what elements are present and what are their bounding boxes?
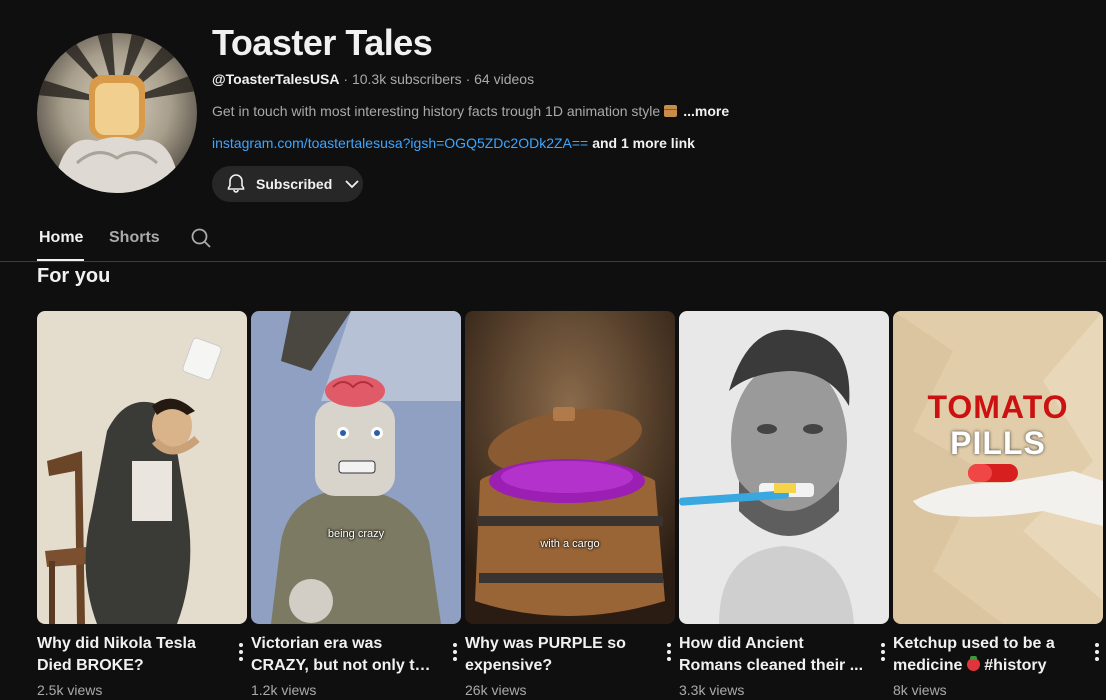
victorian-thumbnail-image [251, 311, 461, 624]
video-title[interactable]: Why did Nikola Tesla Died BROKE? [37, 633, 223, 677]
more-vert-icon[interactable] [657, 640, 681, 664]
video-title-line1: Ketchup used to be a [893, 635, 1055, 652]
video-count: 64 videos [474, 71, 535, 87]
channel-handle[interactable]: @ToasterTalesUSA [212, 71, 340, 87]
tesla-thumbnail-image [37, 311, 247, 624]
more-links-button[interactable]: and 1 more link [592, 135, 695, 151]
video-views: 26k views [465, 682, 527, 698]
video-title-line1: How did Ancient [679, 635, 804, 652]
channel-tabs: Home Shorts [0, 220, 1106, 262]
more-vert-icon[interactable] [871, 640, 895, 664]
channel-links: instagram.com/toastertalesusa?igsh=OGQ5Z… [212, 135, 695, 151]
channel-meta: @ToasterTalesUSA · 10.3k subscribers · 6… [212, 71, 534, 87]
video-views: 2.5k views [37, 682, 103, 698]
video-thumbnail[interactable]: with a cargo [465, 311, 675, 624]
meta-separator: · [461, 71, 475, 87]
video-views: 1.2k views [251, 682, 317, 698]
video-title[interactable]: How did Ancient Romans cleaned their ... [679, 633, 865, 677]
video-title-line1: Why was PURPLE so [465, 635, 626, 652]
tab-shorts[interactable]: Shorts [109, 229, 160, 247]
more-vert-icon[interactable] [1085, 640, 1106, 664]
toast-logo-image [37, 33, 197, 193]
thumbnail-caption: TOMATO [927, 389, 1069, 425]
bell-icon [227, 174, 245, 193]
description-text: Get in touch with most interesting histo… [212, 103, 661, 119]
video-thumbnail[interactable]: TOMATO PILLS [893, 311, 1103, 624]
instagram-link[interactable]: instagram.com/toastertalesusa?igsh=OGQ5Z… [212, 135, 588, 151]
video-card[interactable]: Why did Nikola Tesla Died BROKE? 2.5k vie… [37, 311, 247, 698]
video-thumbnail[interactable] [679, 311, 889, 624]
channel-avatar[interactable] [37, 33, 197, 193]
video-views: 3.3k views [679, 682, 745, 698]
video-card[interactable]: How did Ancient Romans cleaned their ... … [679, 311, 889, 698]
section-title: For you [37, 265, 111, 287]
thumbnail-caption: PILLS [950, 425, 1046, 461]
more-vert-icon[interactable] [443, 640, 467, 664]
video-views: 8k views [893, 682, 947, 698]
video-title-line2: Romans cleaned their ... [679, 657, 864, 674]
video-title-line2: medicine #history [893, 655, 1079, 677]
video-title-line2: CRAZY, but not only th... [251, 657, 437, 674]
video-title-line2: expensive? [465, 657, 553, 674]
more-vert-icon[interactable] [229, 640, 253, 664]
thumbnail-caption: being crazy [327, 528, 385, 540]
meta-separator: · [339, 71, 352, 87]
hashtag-link[interactable]: #history [980, 657, 1046, 674]
package-icon [664, 105, 678, 117]
thumbnail-caption: with a cargo [540, 538, 600, 550]
video-title-line1: Victorian era was [251, 635, 383, 652]
subscribe-label: Subscribed [256, 176, 333, 192]
tomato-pills-thumbnail-image [893, 311, 1103, 624]
tab-home[interactable]: Home [39, 229, 83, 247]
channel-description[interactable]: Get in touch with most interesting histo… [212, 103, 729, 119]
purple-barrel-thumbnail-image [465, 311, 675, 624]
video-thumbnail[interactable]: being crazy [251, 311, 461, 624]
active-tab-indicator [37, 259, 84, 261]
video-title[interactable]: Victorian era was CRAZY, but not only th.… [251, 633, 437, 677]
subscribed-button[interactable]: Subscribed [212, 166, 363, 202]
video-title-line1: Why did Nikola Tesla [37, 635, 196, 652]
video-title[interactable]: Ketchup used to be a medicine #history [893, 633, 1079, 677]
description-more-link[interactable]: ...more [683, 103, 729, 119]
video-title-text: medicine [893, 657, 967, 674]
roman-toothbrush-thumbnail-image [679, 311, 889, 624]
video-title[interactable]: Why was PURPLE so expensive? [465, 633, 651, 677]
channel-title: Toaster Tales [212, 22, 433, 63]
video-title-line2: Died BROKE? [37, 657, 144, 674]
chevron-down-icon [345, 180, 359, 189]
subscriber-count: 10.3k subscribers [351, 71, 462, 87]
search-icon[interactable] [189, 226, 213, 250]
video-card[interactable]: TOMATO PILLS Ketchup used to be a medicin… [893, 311, 1103, 698]
tomato-icon [966, 656, 980, 671]
video-card[interactable]: being crazy Victorian era was CRAZY, but … [251, 311, 461, 698]
video-thumbnail[interactable] [37, 311, 247, 624]
video-card[interactable]: with a cargo Why was PURPLE so expensive?… [465, 311, 675, 698]
